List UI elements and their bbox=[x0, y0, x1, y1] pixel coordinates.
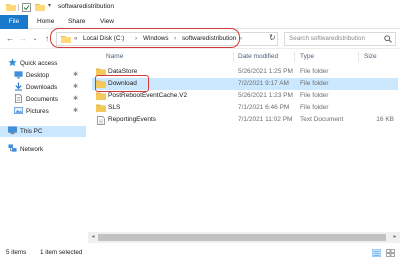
up-arrow-icon: ↑ bbox=[45, 34, 49, 43]
breadcrumb-separator[interactable]: › bbox=[240, 35, 242, 42]
search-input[interactable]: Search softwaredistribution bbox=[289, 35, 365, 42]
text-file-icon bbox=[97, 115, 105, 127]
pin-icon[interactable]: ✱ bbox=[73, 94, 78, 105]
file-name: PostRebootEventCache.V2 bbox=[108, 92, 188, 99]
title-bar: ▾ softwaredistribution bbox=[0, 0, 400, 15]
file-date: 5/26/2021 1:23 PM bbox=[238, 92, 293, 99]
nav-item-this-pc[interactable]: This PC bbox=[0, 126, 86, 137]
details-view-icon[interactable] bbox=[371, 248, 382, 259]
status-bar: 5 items 1 item selected bbox=[0, 246, 400, 260]
status-item-count: 5 items bbox=[6, 249, 27, 256]
recent-locations-button[interactable]: ⌄ bbox=[30, 33, 40, 45]
file-type: Text Document bbox=[300, 116, 344, 123]
chevron-down-icon: ⌄ bbox=[32, 36, 38, 42]
file-type: File folder bbox=[300, 92, 329, 99]
file-date: 7/1/2021 11:02 PM bbox=[238, 116, 293, 123]
pin-icon[interactable]: ✱ bbox=[73, 70, 78, 81]
network-icon bbox=[8, 144, 17, 153]
search-box[interactable]: Search softwaredistribution bbox=[284, 32, 396, 46]
forward-arrow-icon: → bbox=[19, 34, 27, 43]
column-header-size[interactable]: Size bbox=[364, 50, 377, 64]
quick-access-toolbar-separator-icon bbox=[18, 4, 19, 13]
file-date: 7/1/2021 6:46 PM bbox=[238, 104, 290, 111]
back-arrow-icon: ← bbox=[6, 34, 14, 43]
nav-item-quick-access[interactable]: Quick access bbox=[8, 58, 86, 69]
file-type: File folder bbox=[300, 80, 329, 87]
documents-icon bbox=[14, 93, 23, 103]
desktop-folder-icon bbox=[14, 70, 23, 79]
file-type: File folder bbox=[300, 68, 329, 75]
nav-item-label: Desktop bbox=[26, 72, 50, 79]
nav-item-label: Network bbox=[20, 146, 44, 153]
computer-icon bbox=[8, 126, 17, 135]
refresh-icon[interactable]: ↻ bbox=[269, 33, 276, 42]
file-date: 5/26/2021 1:25 PM bbox=[238, 68, 293, 75]
file-size: 16 KB bbox=[376, 116, 394, 123]
nav-item-documents[interactable]: Documents ✱ bbox=[14, 93, 86, 105]
scrollbar-thumb[interactable] bbox=[98, 234, 386, 241]
star-icon bbox=[8, 58, 17, 67]
search-icon bbox=[384, 35, 392, 45]
column-header-name[interactable]: Name bbox=[106, 50, 123, 64]
column-divider[interactable] bbox=[233, 52, 234, 62]
tab-home[interactable]: Home bbox=[37, 15, 54, 29]
file-row-postrebooteventcache[interactable]: PostRebootEventCache.V2 5/26/2021 1:23 P… bbox=[92, 90, 398, 102]
navigation-pane: Quick access Desktop ✱ Downloads ✱ Docum… bbox=[0, 50, 86, 246]
file-type: File folder bbox=[300, 104, 329, 111]
nav-item-label: Quick access bbox=[20, 60, 58, 67]
nav-item-desktop[interactable]: Desktop ✱ bbox=[14, 70, 86, 81]
forward-button[interactable]: → bbox=[18, 33, 28, 45]
file-name: SLS bbox=[108, 104, 121, 111]
nav-item-network[interactable]: Network bbox=[8, 144, 86, 155]
column-header-date-modified[interactable]: Date modified bbox=[238, 50, 278, 64]
tab-file[interactable]: File bbox=[0, 15, 28, 29]
nav-item-label: This PC bbox=[20, 128, 43, 135]
file-row-sls[interactable]: SLS 7/1/2021 6:46 PM File folder bbox=[92, 102, 398, 114]
nav-item-label: Downloads bbox=[26, 84, 58, 91]
tab-share[interactable]: Share bbox=[68, 15, 85, 29]
status-selection: 1 item selected bbox=[40, 249, 83, 256]
back-button[interactable]: ← bbox=[5, 33, 15, 45]
tab-view[interactable]: View bbox=[100, 15, 114, 29]
large-icons-view-icon[interactable] bbox=[386, 249, 395, 259]
qat-dropdown-icon[interactable]: ▾ bbox=[48, 2, 51, 9]
column-divider[interactable] bbox=[294, 52, 295, 62]
column-header-type[interactable]: Type bbox=[300, 50, 314, 64]
navigation-bar: ← → ⌄ ↑ « Local Disk (C:) › Windows › so… bbox=[0, 28, 400, 49]
pin-icon[interactable]: ✱ bbox=[73, 82, 78, 93]
properties-check-icon[interactable] bbox=[22, 3, 31, 14]
nav-item-downloads[interactable]: Downloads ✱ bbox=[14, 82, 86, 93]
folder-icon bbox=[96, 92, 106, 102]
scroll-left-icon[interactable]: ◂ bbox=[88, 232, 98, 243]
nav-item-pictures[interactable]: Pictures ✱ bbox=[14, 106, 86, 117]
file-list: Name Date modified Type Size DataStore 5… bbox=[88, 50, 400, 246]
downloads-icon bbox=[14, 82, 23, 91]
file-row-reportingevents[interactable]: ReportingEvents 7/1/2021 11:02 PM Text D… bbox=[92, 114, 398, 126]
nav-item-label: Pictures bbox=[26, 108, 49, 115]
folder-icon bbox=[96, 104, 106, 114]
file-name: ReportingEvents bbox=[108, 116, 157, 123]
file-row-download[interactable]: Download 7/2/2021 9:17 AM File folder bbox=[92, 75, 398, 92]
nav-item-label: Documents bbox=[26, 96, 58, 103]
pictures-icon bbox=[14, 106, 23, 115]
ribbon-tabs: File Home Share View bbox=[0, 15, 400, 29]
pin-icon[interactable]: ✱ bbox=[73, 106, 78, 117]
file-date: 7/2/2021 9:17 AM bbox=[238, 80, 289, 87]
new-folder-qat-icon[interactable] bbox=[35, 3, 45, 13]
column-divider[interactable] bbox=[358, 52, 359, 62]
horizontal-scrollbar[interactable]: ◂ ▸ bbox=[88, 232, 400, 243]
scroll-right-icon[interactable]: ▸ bbox=[390, 232, 400, 243]
address-bar-highlight-annotation bbox=[50, 28, 240, 48]
explorer-folder-icon bbox=[6, 3, 16, 13]
window-title: softwaredistribution bbox=[58, 3, 114, 10]
